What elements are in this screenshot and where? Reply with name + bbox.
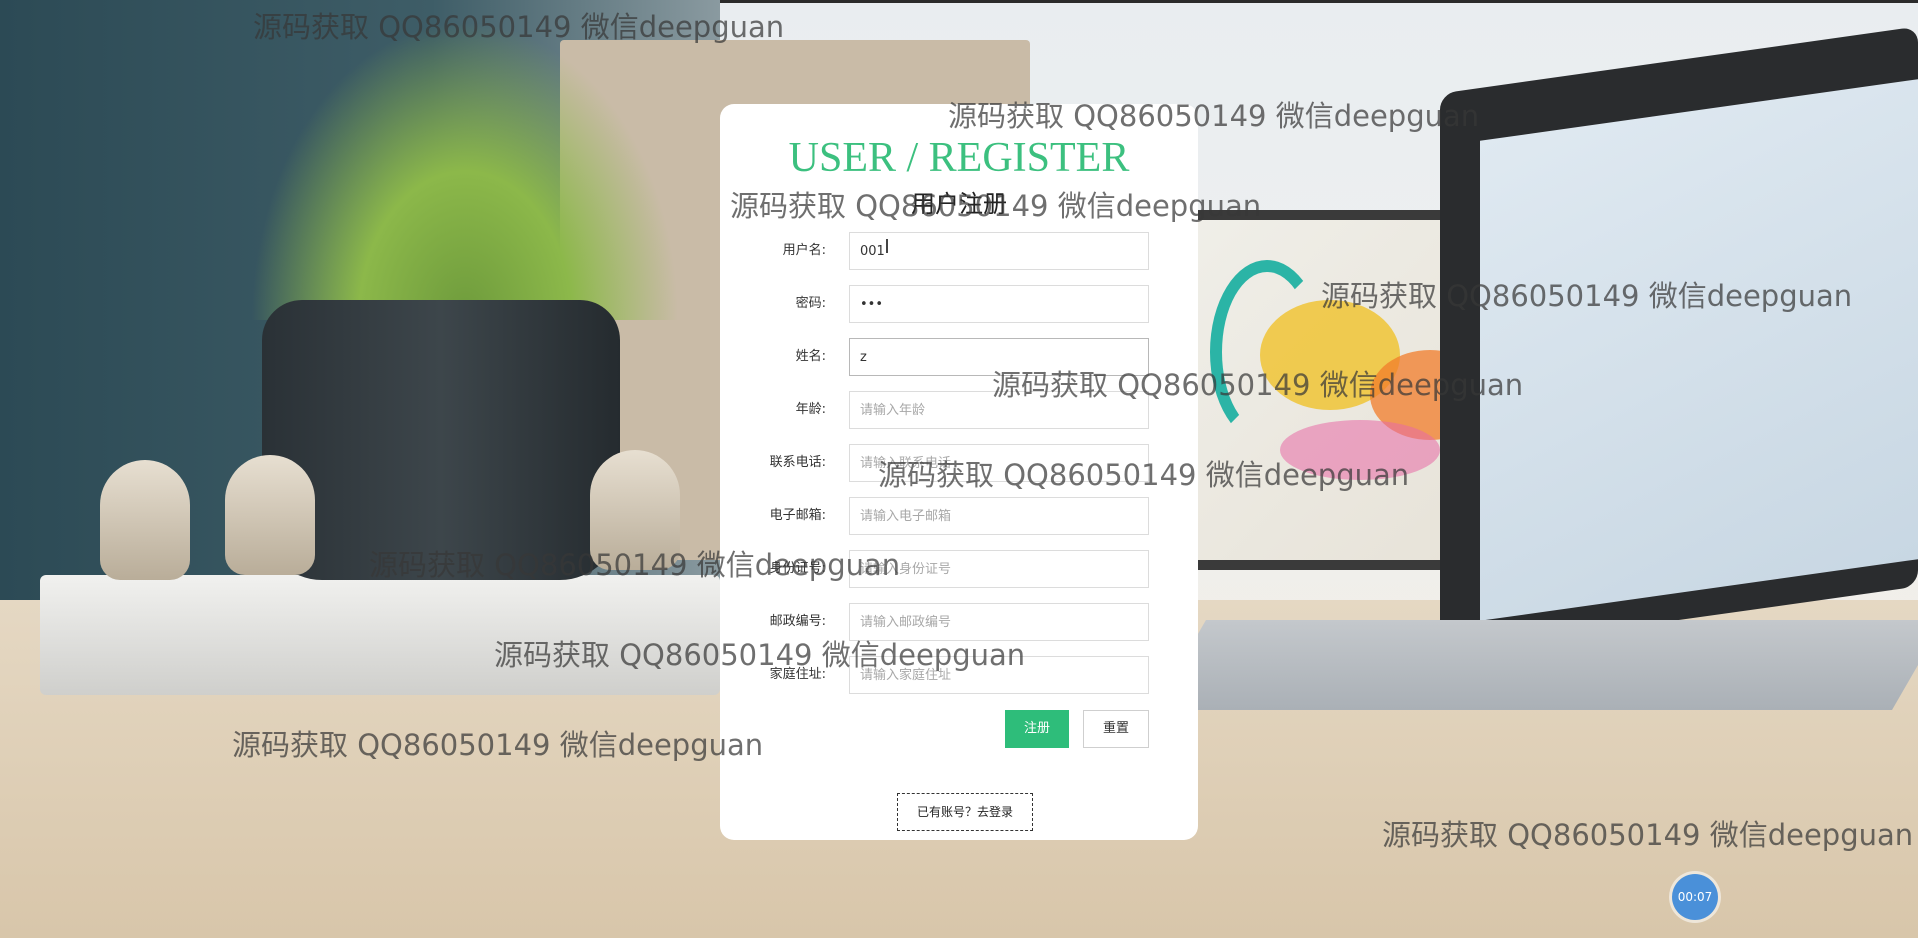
register-card: USER / REGISTER 用户注册 用户名: 密码: 姓名: 年龄: 联系… xyxy=(720,104,1198,840)
age-label: 年龄: xyxy=(795,402,826,417)
recording-timer-badge[interactable]: 00:07 xyxy=(1672,874,1718,920)
form-row-age: 年龄: xyxy=(720,391,1198,429)
form-row-username: 用户名: xyxy=(720,232,1198,270)
phone-label: 联系电话: xyxy=(769,455,826,470)
form-row-phone: 联系电话: xyxy=(720,444,1198,482)
background-tray xyxy=(40,575,720,695)
background-figurine xyxy=(225,455,315,575)
register-title-en: USER / REGISTER xyxy=(788,135,1130,181)
go-login-link[interactable]: 已有账号？去登录 xyxy=(897,793,1033,831)
background-plant-pot xyxy=(262,300,620,580)
background-figurine xyxy=(100,460,190,580)
postcode-input[interactable] xyxy=(849,603,1149,641)
id-number-label: 身份证号: xyxy=(769,561,826,576)
username-input[interactable] xyxy=(849,232,1149,270)
form-row-address: 家庭住址: xyxy=(720,656,1198,694)
age-input[interactable] xyxy=(849,391,1149,429)
reset-button[interactable]: 重置 xyxy=(1083,710,1149,748)
email-input[interactable] xyxy=(849,497,1149,535)
text-cursor-icon xyxy=(886,239,888,253)
register-title-cn: 用户注册 xyxy=(911,190,1007,218)
form-row-postcode: 邮政编号: xyxy=(720,603,1198,641)
name-label: 姓名: xyxy=(795,349,826,364)
username-label: 用户名: xyxy=(782,243,826,258)
background-plant-leaves xyxy=(250,20,680,320)
phone-input[interactable] xyxy=(849,444,1149,482)
form-row-password: 密码: xyxy=(720,285,1198,323)
email-label: 电子邮箱: xyxy=(769,508,826,523)
register-button[interactable]: 注册 xyxy=(1005,710,1069,748)
background-figurine xyxy=(590,450,680,570)
address-label: 家庭住址: xyxy=(769,667,826,682)
form-row-email: 电子邮箱: xyxy=(720,497,1198,535)
password-input[interactable] xyxy=(849,285,1149,323)
background-laptop-display xyxy=(1480,79,1918,621)
postcode-label: 邮政编号: xyxy=(769,614,826,629)
password-label: 密码: xyxy=(795,296,826,311)
form-row-id-number: 身份证号: xyxy=(720,550,1198,588)
background-laptop-keyboard xyxy=(1154,620,1918,710)
id-number-input[interactable] xyxy=(849,550,1149,588)
form-row-name: 姓名: xyxy=(720,338,1198,376)
address-input[interactable] xyxy=(849,656,1149,694)
background-art-pink xyxy=(1280,420,1440,480)
name-input[interactable] xyxy=(849,338,1149,376)
